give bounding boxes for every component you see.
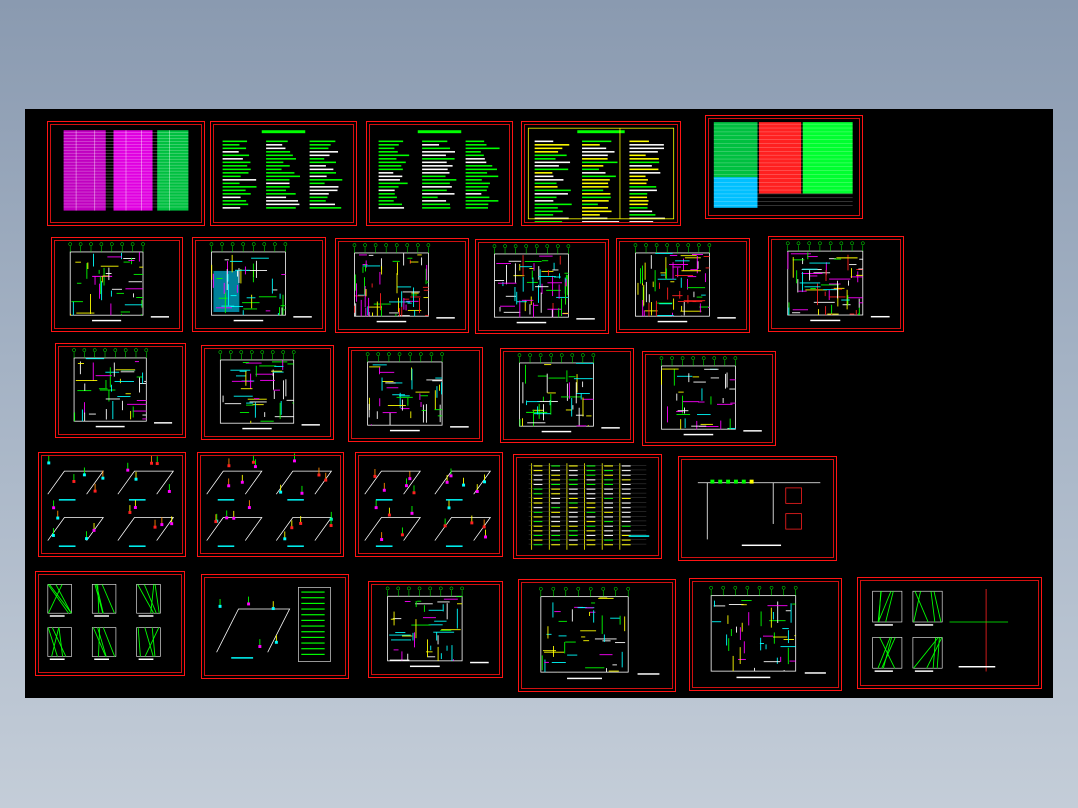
drawing-sheet-14[interactable] (348, 347, 483, 442)
sheet-drawing (528, 463, 650, 550)
sheet-drawing (633, 243, 736, 323)
sheet-drawing (47, 584, 161, 660)
sheet-drawing (709, 585, 826, 679)
sheet-drawing (659, 356, 762, 436)
sheet-drawing (539, 586, 660, 680)
drawing-sheet-11[interactable] (768, 236, 904, 332)
drawing-sheet-21[interactable] (678, 456, 837, 561)
sheet-drawing (385, 586, 489, 668)
sheet-drawing (222, 130, 343, 209)
drawing-sheet-24[interactable] (368, 581, 503, 678)
drawing-sheet-5[interactable] (705, 115, 863, 219)
sheet-drawing (72, 348, 173, 428)
sheet-drawing (378, 130, 500, 209)
drawing-sheet-22[interactable] (35, 571, 185, 676)
sheet-drawing (63, 130, 189, 211)
sheet-drawing (47, 455, 175, 547)
drawing-sheet-25[interactable] (518, 579, 676, 692)
drawing-sheet-23[interactable] (201, 574, 349, 679)
drawing-sheet-20[interactable] (513, 454, 662, 559)
sheet-drawing (713, 122, 853, 208)
drawing-sheet-7[interactable] (192, 237, 326, 332)
cad-model-space[interactable] (25, 109, 1053, 698)
sheet-drawing (218, 350, 320, 430)
drawing-sheet-10[interactable] (616, 238, 750, 333)
sheet-drawing (785, 241, 890, 322)
sheet-drawing (697, 479, 821, 547)
drawing-sheet-13[interactable] (201, 345, 334, 440)
sheet-drawing (517, 353, 620, 433)
sheet-drawing (216, 587, 331, 662)
sheet-drawing (206, 453, 333, 547)
drawing-sheet-19[interactable] (355, 452, 503, 557)
drawing-sheet-3[interactable] (366, 121, 513, 226)
sheet-drawing (209, 242, 312, 322)
sheet-drawing (365, 352, 469, 432)
drawing-sheet-4[interactable] (521, 121, 681, 226)
drawing-sheet-1[interactable] (47, 121, 205, 226)
drawing-sheet-12[interactable] (55, 343, 186, 438)
drawing-sheet-8[interactable] (335, 238, 469, 333)
drawing-sheet-17[interactable] (38, 452, 186, 557)
drawing-sheet-6[interactable] (51, 237, 183, 332)
sheet-drawing (872, 588, 1009, 672)
drawing-sheet-2[interactable] (210, 121, 357, 226)
drawing-sheet-26[interactable] (689, 578, 842, 691)
drawing-sheet-16[interactable] (642, 351, 776, 446)
drawing-sheet-18[interactable] (197, 452, 344, 557)
sheet-drawing (492, 244, 595, 324)
drawing-sheet-27[interactable] (857, 577, 1042, 689)
sheet-drawing (68, 242, 169, 322)
sheet-drawing (352, 243, 455, 323)
sheet-drawing (527, 127, 675, 223)
sheet-drawing (364, 468, 492, 547)
drawing-sheet-9[interactable] (475, 239, 609, 334)
drawing-sheet-15[interactable] (500, 348, 634, 443)
